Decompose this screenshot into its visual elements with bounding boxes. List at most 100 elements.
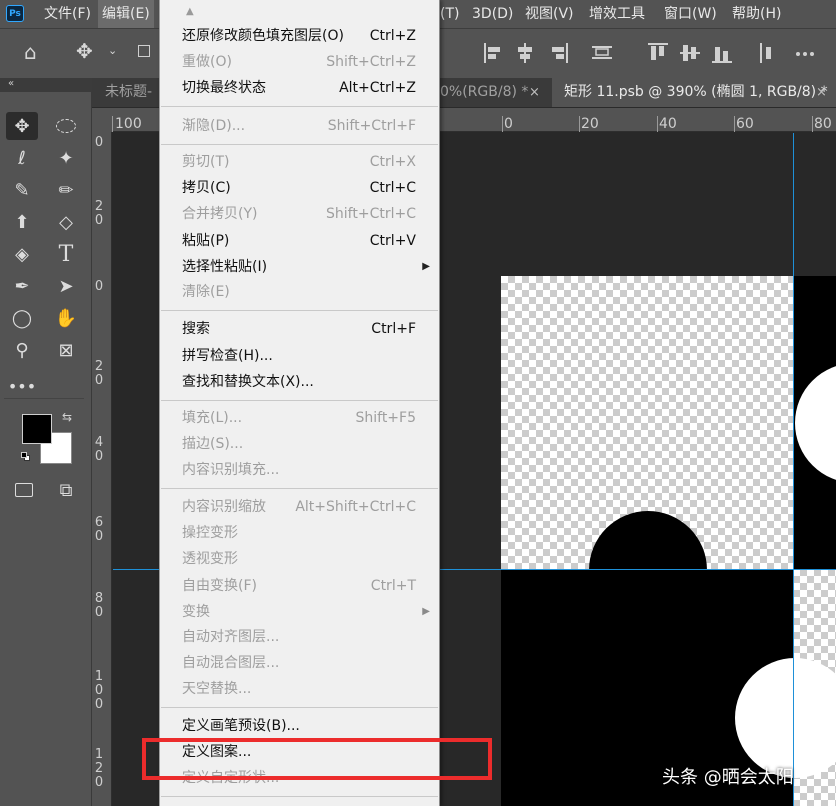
frame-tool-icon[interactable]: ⊠ [50,336,82,364]
align-right-edges-icon [552,43,568,63]
menu-item-redo[interactable]: 重做(O) Shift+Ctrl+Z [160,49,439,75]
default-colors-icon[interactable] [21,452,31,462]
tab-close-icon[interactable]: × [816,78,827,107]
tab-close-icon[interactable]: × [529,78,540,107]
black-circle-shape [589,511,707,629]
menu-plugins[interactable]: 增效工具 [589,0,645,28]
menu-item-stroke[interactable]: 描边(S)... [160,431,439,457]
ruler-origin[interactable] [92,108,112,132]
brush-tool-icon[interactable]: ✏ [50,176,82,204]
ruler-label: 100 [115,116,142,132]
menu-item-find-replace[interactable]: 查找和替换文本(X)... [160,369,439,395]
menu-item-auto-align-layers[interactable]: 自动对齐图层... [160,624,439,650]
move-tool-icon[interactable]: ✥ [76,39,93,63]
type-tool-icon[interactable]: T [50,240,82,268]
photoshop-logo[interactable]: Ps [6,5,24,22]
menu-edit[interactable]: 编辑(E) [98,0,154,28]
ruler-label-group: 1 0 0 [94,669,104,712]
menu-item-undo[interactable]: 还原修改颜色填充图层(O) Ctrl+Z [160,23,439,49]
ruler-label: 20 [581,116,599,132]
menu-separator [161,796,438,797]
path-selection-icon[interactable]: ➤ [50,272,82,300]
menu-view[interactable]: 视图(V) [525,0,574,28]
menu-item-free-transform[interactable]: 自由变换(F) Ctrl+T [160,573,439,599]
menu-separator [161,106,438,107]
align-top-edges-icon [592,46,612,59]
ruler-label-group: 4 0 [94,435,104,464]
submenu-arrow-icon: ▶ [422,606,430,617]
toolbar-divider [4,398,84,399]
menu-item-puppet-warp[interactable]: 操控变形 [160,520,439,546]
tab-document-2[interactable]: 0%(RGB/8) * × [440,78,552,107]
eraser-tool-icon[interactable]: ◇ [50,208,82,236]
ruler-label-group: 2 0 [94,359,104,388]
magic-wand-icon[interactable]: ✦ [50,144,82,172]
move-tool-icon[interactable]: ✥ [6,112,38,140]
ruler-tick [112,116,113,132]
paint-bucket-icon[interactable]: ◈ [6,240,38,268]
ruler-tick [734,116,735,132]
ellipse-tool-icon[interactable]: ◯ [6,304,38,332]
menu-item-content-aware-scale[interactable]: 内容识别缩放 Alt+Shift+Ctrl+C [160,494,439,520]
vertical-ruler[interactable]: 0 2 0 0 2 0 4 0 6 0 8 0 1 0 0 1 2 0 [92,132,112,806]
ruler-label: 80 [814,116,832,132]
menu-item-content-aware-fill[interactable]: 内容识别填充... [160,457,439,483]
eyedropper-icon[interactable]: ✎ [6,176,38,204]
ruler-tick [579,116,580,132]
menu-file[interactable]: 文件(F) [44,0,91,28]
lasso-tool-icon[interactable]: ℓ [6,144,38,172]
highlight-annotation-box [142,738,492,780]
hand-tool-icon[interactable]: ✋ [50,304,82,332]
swap-colors-icon[interactable]: ⇆ [62,410,72,424]
menu-item-copy-merged[interactable]: 合并拷贝(Y) Shift+Ctrl+C [160,201,439,227]
ruler-label-group: 8 0 [94,591,104,620]
align-horizontal-centers-icon [518,43,532,63]
menu-item-paste[interactable]: 粘贴(P) Ctrl+V [160,228,439,254]
menu-item-fade[interactable]: 渐隐(D)... Shift+Ctrl+F [160,113,439,139]
menu-item-fill[interactable]: 填充(L)... Shift+F5 [160,405,439,431]
menu-separator [161,488,438,489]
screen-mode-icon[interactable]: ⧉ [50,476,82,504]
distribute-top-icon [648,43,668,60]
menu-item-auto-blend-layers[interactable]: 自动混合图层... [160,650,439,676]
menu-separator [161,707,438,708]
menu-window[interactable]: 窗口(W) [664,0,717,28]
menu-3d[interactable]: 3D(D) [472,0,513,28]
menu-item-search[interactable]: 搜索 Ctrl+F [160,316,439,342]
marquee-tool-icon[interactable] [50,112,82,140]
distribute-bottom-icon [712,47,732,63]
menu-item-perspective-warp[interactable]: 透视变形 [160,546,439,572]
menu-item-transform[interactable]: 变换 ▶ [160,599,439,625]
auto-select-checkbox[interactable] [138,45,150,57]
menu-item-clear[interactable]: 清除(E) [160,279,439,305]
home-icon[interactable]: ⌂ [24,40,37,64]
menu-item-cut[interactable]: 剪切(T) Ctrl+X [160,149,439,175]
more-tools-icon[interactable]: ••• [6,372,38,400]
menu-item-copy[interactable]: 拷贝(C) Ctrl+C [160,175,439,201]
menu-type[interactable]: (T) [440,0,459,28]
align-icons-group [484,43,814,63]
menu-item-define-brush[interactable]: 定义画笔预设(B)... [160,713,439,739]
menu-item-toggle-last-state[interactable]: 切换最终状态 Alt+Ctrl+Z [160,75,439,101]
ruler-label-group: 2 0 [94,199,104,228]
ruler-label: 60 [736,116,754,132]
more-options-icon [796,52,814,56]
vertical-guide[interactable] [793,133,794,806]
chevron-down-icon[interactable]: ⌄ [108,44,117,57]
toolbar-collapse[interactable]: « [0,78,92,92]
menu-help[interactable]: 帮助(H) [732,0,781,28]
foreground-color-swatch[interactable] [22,414,52,444]
menu-item-sky-replacement[interactable]: 天空替换... [160,676,439,702]
menu-item-spell-check[interactable]: 拼写检查(H)... [160,343,439,369]
ruler-tick [502,116,503,132]
pen-tool-icon[interactable]: ✒ [6,272,38,300]
tab-untitled[interactable]: 未标题- [92,78,158,107]
menu-separator [161,144,438,145]
zoom-tool-icon[interactable]: ⚲ [6,336,38,364]
tab-active-document[interactable]: 矩形 11.psb @ 390% (椭圆 1, RGB/8) * × [552,78,836,107]
ruler-label-group: 0 [94,279,104,294]
quick-mask-icon[interactable] [8,476,40,504]
menu-item-paste-special[interactable]: 选择性粘贴(I) ▶ [160,254,439,280]
scroll-up-arrow-icon[interactable]: ▲ [186,6,194,17]
stamp-tool-icon[interactable]: ⬆ [6,208,38,236]
